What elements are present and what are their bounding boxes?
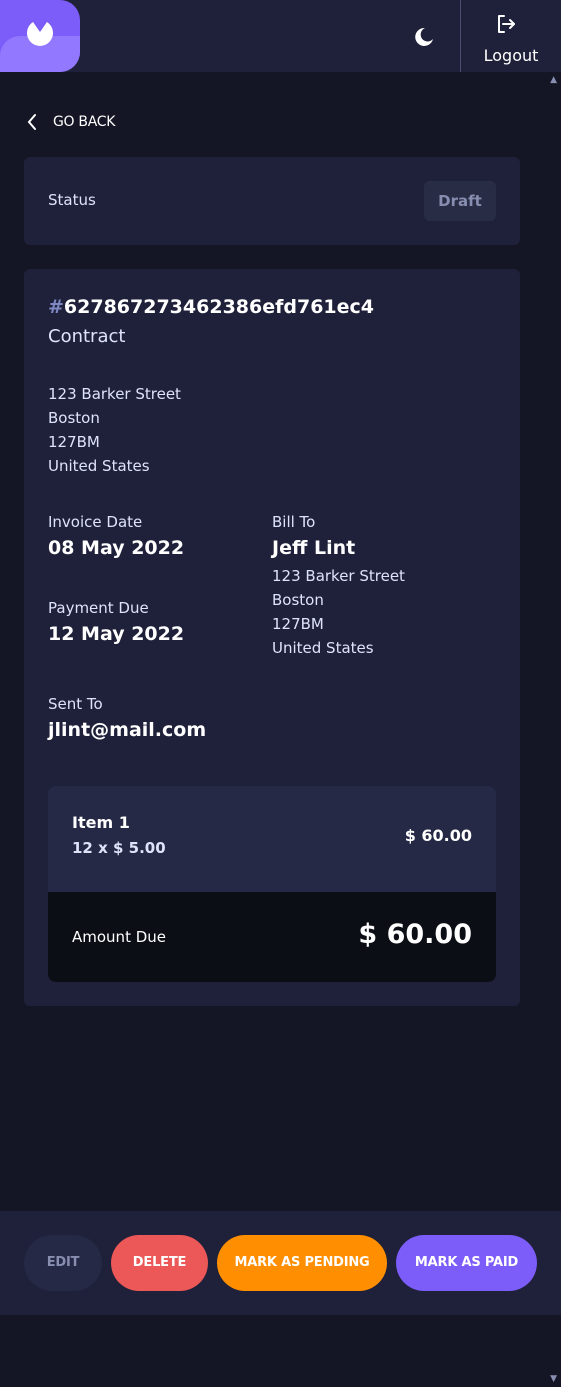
invoice-description: Contract	[48, 326, 126, 347]
scrollbar-down-arrow[interactable]: ▼	[550, 1374, 557, 1384]
sender-city: Boston	[48, 409, 100, 427]
invoice-date-label: Invoice Date	[48, 513, 143, 531]
brand-logo[interactable]	[0, 0, 80, 72]
status-badge: Draft	[424, 181, 496, 221]
client-street: 123 Barker Street	[272, 567, 405, 585]
amount-due-value: $ 60.00	[358, 919, 472, 950]
mark-as-pending-button[interactable]: MARK AS PENDING	[217, 1235, 387, 1291]
logout-button[interactable]: Logout	[461, 0, 561, 72]
action-bar: EDIT DELETE MARK AS PENDING MARK AS PAID	[0, 1211, 561, 1315]
item-qty-price: 12 x $ 5.00	[72, 839, 166, 857]
sent-to-label: Sent To	[48, 695, 103, 713]
bill-to-label: Bill To	[272, 513, 316, 531]
go-back-label: GO BACK	[53, 114, 116, 130]
payment-due-label: Payment Due	[48, 599, 149, 617]
mark-as-paid-button[interactable]: MARK AS PAID	[396, 1235, 537, 1291]
status-label: Status	[48, 191, 96, 209]
client-email: jlint@mail.com	[48, 719, 207, 741]
delete-button[interactable]: DELETE	[111, 1235, 208, 1291]
payment-due-value: 12 May 2022	[48, 623, 185, 645]
edit-button[interactable]: EDIT	[24, 1235, 102, 1291]
go-back-link[interactable]: GO BACK	[27, 112, 115, 132]
invoice-items-box: Item 1 12 x $ 5.00 $ 60.00 Amount Due $ …	[48, 786, 496, 982]
invoice-id-hash: #	[48, 296, 64, 318]
item-total: $ 60.00	[404, 826, 472, 845]
invoice-id: #627867273462386efd761ec4	[48, 296, 374, 318]
amount-due-label: Amount Due	[72, 928, 166, 946]
client-city: Boston	[272, 591, 324, 609]
scrollbar-up-arrow[interactable]: ▲	[550, 75, 557, 85]
invoice-details-card: #627867273462386efd761ec4 Contract 123 B…	[24, 269, 520, 1006]
item-name: Item 1	[72, 813, 130, 832]
invoice-date-value: 08 May 2022	[48, 537, 185, 559]
theme-toggle-button[interactable]	[413, 26, 435, 48]
status-card: Status Draft	[24, 157, 520, 245]
client-post-code: 127BM	[272, 615, 324, 633]
client-name: Jeff Lint	[272, 537, 356, 559]
chevron-left-icon	[27, 114, 36, 130]
app-header: Logout	[0, 0, 561, 72]
sender-country: United States	[48, 457, 150, 475]
sender-post-code: 127BM	[48, 433, 100, 451]
invoice-id-value: 627867273462386efd761ec4	[63, 296, 375, 318]
amount-due-bar: Amount Due $ 60.00	[48, 892, 496, 982]
brand-logo-icon	[27, 22, 53, 46]
logout-icon	[498, 15, 515, 33]
moon-icon	[415, 27, 433, 46]
logout-label: Logout	[483, 46, 539, 65]
sender-street: 123 Barker Street	[48, 385, 181, 403]
client-country: United States	[272, 639, 374, 657]
